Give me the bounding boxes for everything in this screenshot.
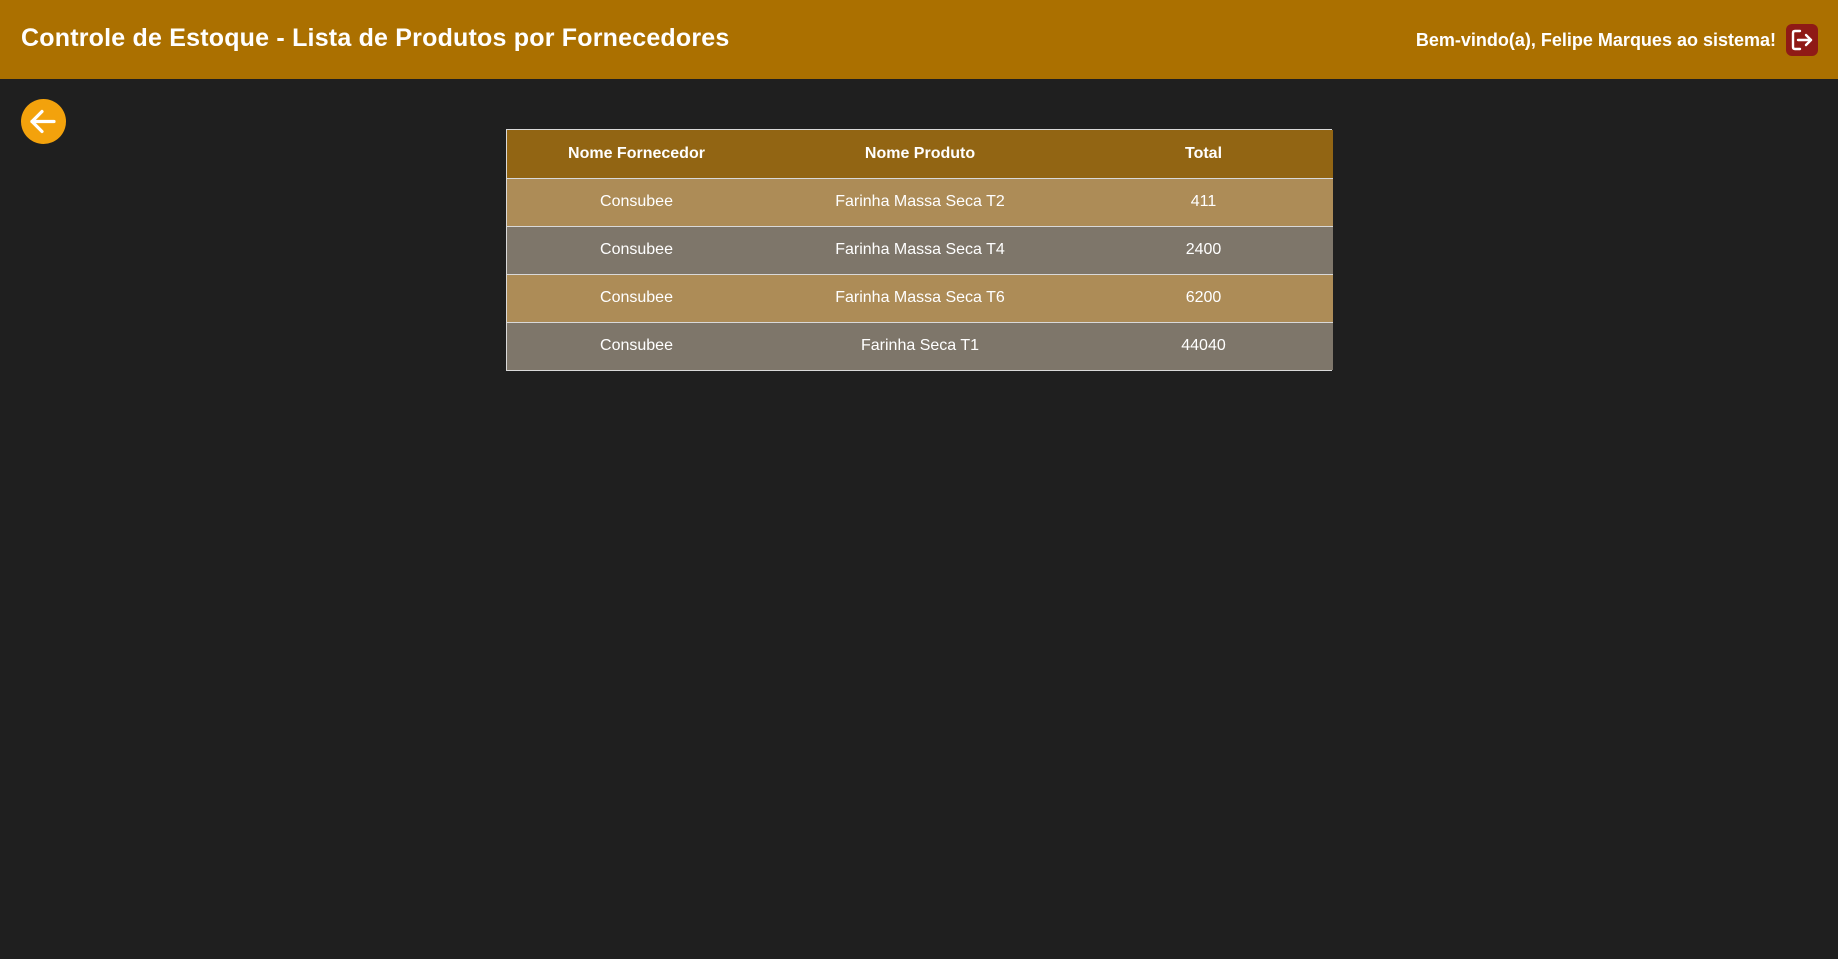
- cell-produto: Farinha Massa Seca T6: [766, 273, 1074, 322]
- table-header-row: Nome Fornecedor Nome Produto Total: [507, 130, 1333, 178]
- cell-fornecedor: Consubee: [507, 273, 766, 322]
- logout-button[interactable]: [1786, 24, 1818, 56]
- cell-total: 2400: [1074, 225, 1333, 274]
- column-header-nome-fornecedor: Nome Fornecedor: [507, 130, 766, 178]
- cell-fornecedor: Consubee: [507, 177, 766, 226]
- cell-total: 6200: [1074, 273, 1333, 322]
- arrow-left-icon: [30, 109, 56, 134]
- table-row: Consubee Farinha Massa Seca T2 411: [507, 177, 1333, 226]
- welcome-message: Bem-vindo(a), Felipe Marques ao sistema!: [1415, 30, 1776, 50]
- column-header-total: Total: [1074, 130, 1333, 178]
- back-button[interactable]: [21, 99, 66, 144]
- cell-produto: Farinha Massa Seca T4: [766, 225, 1074, 274]
- table-row: Consubee Farinha Massa Seca T6 6200: [507, 273, 1333, 322]
- app-header: Controle de Estoque - Lista de Produtos …: [0, 0, 1838, 79]
- table-row: Consubee Farinha Seca T1 44040: [507, 321, 1333, 370]
- cell-produto: Farinha Massa Seca T2: [766, 177, 1074, 226]
- cell-fornecedor: Consubee: [507, 225, 766, 274]
- column-header-nome-produto: Nome Produto: [766, 130, 1074, 178]
- cell-total: 44040: [1074, 321, 1333, 370]
- products-table: Nome Fornecedor Nome Produto Total Consu…: [506, 129, 1333, 371]
- cell-produto: Farinha Seca T1: [766, 321, 1074, 370]
- page-title: Controle de Estoque - Lista de Produtos …: [21, 24, 730, 52]
- table-row: Consubee Farinha Massa Seca T4 2400: [507, 225, 1333, 274]
- cell-fornecedor: Consubee: [507, 321, 766, 370]
- cell-total: 411: [1074, 177, 1333, 226]
- logout-icon: [1791, 29, 1813, 51]
